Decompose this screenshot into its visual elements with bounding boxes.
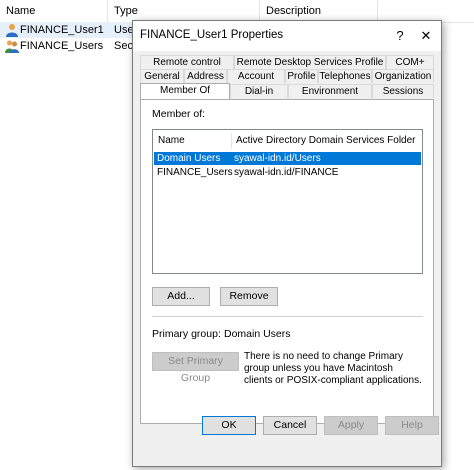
column-header-name[interactable]: Name bbox=[0, 0, 108, 22]
primary-group-value: Domain Users bbox=[224, 328, 291, 340]
row-type: User bbox=[114, 24, 132, 36]
tab-com-plus[interactable]: COM+ bbox=[386, 55, 434, 69]
list-row-finance-users[interactable]: FINANCE_Users Secu bbox=[0, 38, 132, 54]
primary-group-note: There is no need to change Primary group… bbox=[244, 351, 422, 386]
tab-address[interactable]: Address bbox=[184, 69, 227, 83]
list-item[interactable]: Domain Users syawal-idn.id/Users bbox=[154, 152, 421, 165]
row-name: FINANCE_Users bbox=[20, 40, 104, 52]
column-header-type[interactable]: Type bbox=[108, 0, 260, 22]
tab-rds-profile[interactable]: Remote Desktop Services Profile bbox=[234, 55, 386, 69]
primary-group-label: Primary group: bbox=[152, 328, 221, 340]
member-name: Domain Users bbox=[157, 153, 221, 164]
help-icon[interactable]: ? bbox=[388, 23, 412, 49]
list-item[interactable]: FINANCE_Users syawal-idn.id/FINANCE bbox=[154, 166, 421, 179]
list-row-finance-user1[interactable]: FINANCE_User1 User bbox=[0, 22, 132, 38]
member-name: FINANCE_Users bbox=[157, 167, 233, 178]
row-name: FINANCE_User1 bbox=[20, 24, 104, 36]
tab-remote-control[interactable]: Remote control bbox=[140, 55, 234, 69]
tab-sessions[interactable]: Sessions bbox=[372, 84, 434, 98]
member-of-panel: Member of: Name Active Directory Domain … bbox=[140, 99, 434, 424]
tab-account[interactable]: Account bbox=[227, 69, 285, 83]
member-folder: syawal-idn.id/Users bbox=[234, 153, 321, 164]
ok-button[interactable]: OK bbox=[202, 416, 256, 435]
set-primary-group-button[interactable]: Set Primary Group bbox=[152, 352, 239, 384]
close-icon[interactable]: ✕ bbox=[413, 23, 439, 49]
tab-organization[interactable]: Organization bbox=[372, 69, 434, 83]
properties-dialog: FINANCE_User1 Properties ? ✕ Remote cont… bbox=[132, 20, 442, 467]
tab-telephones[interactable]: Telephones bbox=[318, 69, 372, 83]
apply-button[interactable]: Apply bbox=[324, 416, 378, 435]
user-icon bbox=[6, 24, 18, 37]
member-list[interactable]: Name Active Directory Domain Services Fo… bbox=[152, 129, 423, 274]
tab-general[interactable]: General bbox=[140, 69, 184, 83]
group-icon bbox=[5, 40, 19, 53]
add-button[interactable]: Add... bbox=[152, 287, 210, 306]
list-header-name[interactable]: Name bbox=[154, 132, 231, 150]
tab-environment[interactable]: Environment bbox=[288, 84, 372, 98]
tab-member-of[interactable]: Member Of bbox=[140, 83, 230, 99]
title-bar[interactable]: FINANCE_User1 Properties ? ✕ bbox=[133, 21, 441, 51]
divider bbox=[152, 316, 423, 317]
member-folder: syawal-idn.id/FINANCE bbox=[234, 167, 339, 178]
member-of-label: Member of: bbox=[152, 108, 206, 120]
help-button[interactable]: Help bbox=[385, 416, 439, 435]
row-type: Secu bbox=[114, 40, 132, 52]
tab-profile[interactable]: Profile bbox=[285, 69, 318, 83]
list-header-folder[interactable]: Active Directory Domain Services Folder bbox=[232, 132, 422, 150]
remove-button[interactable]: Remove bbox=[220, 287, 278, 306]
cancel-button[interactable]: Cancel bbox=[263, 416, 317, 435]
tab-dial-in[interactable]: Dial-in bbox=[230, 84, 288, 98]
column-header-description[interactable]: Description bbox=[260, 0, 378, 22]
dialog-title: FINANCE_User1 Properties bbox=[140, 29, 284, 41]
